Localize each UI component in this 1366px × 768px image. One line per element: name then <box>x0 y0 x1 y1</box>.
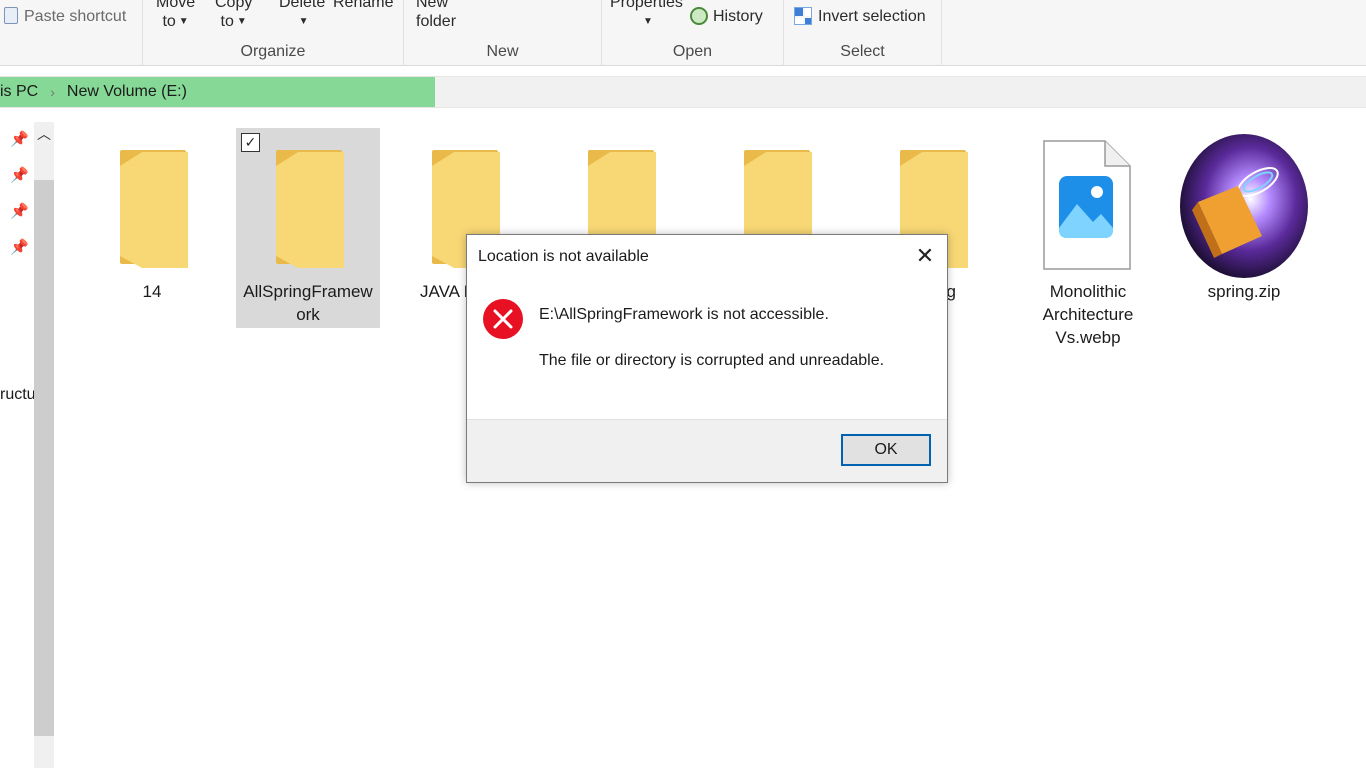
folder-icon <box>276 150 344 268</box>
invert-selection-label: Invert selection <box>818 8 926 25</box>
chevron-down-icon: ▼ <box>643 16 653 27</box>
invert-selection-button[interactable]: Invert selection <box>794 7 926 26</box>
rename-button[interactable]: Rename <box>333 0 393 12</box>
ribbon: Paste shortcut Move to ▼ Copy to ▼ Delete … <box>0 0 1366 66</box>
paste-shortcut-button[interactable]: Paste shortcut <box>4 7 126 26</box>
breadcrumb-new-volume[interactable]: New Volume (E:) <box>67 83 187 101</box>
file-name: spring.zip <box>1207 282 1281 301</box>
pin-icon[interactable]: 📌 <box>10 166 29 184</box>
file-name: 14 <box>142 282 162 301</box>
chevron-down-icon: ▼ <box>178 16 189 27</box>
delete-button[interactable]: Delete ▼ <box>279 0 325 31</box>
history-icon <box>690 7 708 25</box>
select-group: Invert selection Select <box>784 0 942 66</box>
pin-icon[interactable]: 📌 <box>10 202 29 220</box>
organize-group: Move to ▼ Copy to ▼ Delete ▼ Rename Organi… <box>143 0 404 66</box>
error-icon <box>483 299 523 339</box>
chevron-down-icon: ▼ <box>236 16 247 27</box>
scroll-up-icon[interactable]: ︿ <box>34 122 54 148</box>
scrollbar-thumb[interactable] <box>34 180 54 736</box>
move-to-label-2: to <box>162 13 176 30</box>
file-item-spring-zip[interactable]: spring.zip <box>1172 128 1316 328</box>
new-group-label: New <box>486 43 519 60</box>
move-to-label-1: Move <box>156 0 196 11</box>
breadcrumb: is PC › New Volume (E:) <box>0 83 187 101</box>
dialog-footer: OK <box>467 419 947 482</box>
history-label: History <box>713 8 763 25</box>
new-folder-label-1: New <box>416 0 449 11</box>
new-folder-label-2: folder <box>416 13 457 30</box>
copy-to-button[interactable]: Copy to ▼ <box>215 0 252 31</box>
dialog-title: Location is not available <box>478 248 649 265</box>
pin-icon[interactable]: 📌 <box>10 130 29 148</box>
dialog-detail: The file or directory is corrupted and u… <box>539 352 885 369</box>
copy-to-label-1: Copy <box>215 0 253 11</box>
file-name: Monolithic Architecture Vs.webp <box>1042 282 1134 347</box>
ok-button[interactable]: OK <box>841 434 931 466</box>
select-group-label: Select <box>840 43 885 60</box>
file-item-14[interactable]: 14 <box>80 128 224 328</box>
organize-group-label: Organize <box>240 43 306 60</box>
history-button[interactable]: History <box>690 7 763 26</box>
invert-selection-icon <box>794 7 812 25</box>
pin-icon[interactable]: 📌 <box>10 238 29 256</box>
open-group: Properties ▼ History Open <box>602 0 784 66</box>
file-item-monolithic-webp[interactable]: Monolithic Architecture Vs.webp <box>1016 128 1160 347</box>
breadcrumb-separator-icon[interactable]: › <box>50 84 55 100</box>
clipboard-group: Paste shortcut <box>0 0 143 66</box>
paste-shortcut-icon <box>4 7 18 24</box>
nav-scrollbar[interactable]: ︿ <box>34 122 54 768</box>
address-bar[interactable]: is PC › New Volume (E:) <box>0 76 1366 108</box>
selection-checkbox[interactable]: ✓ <box>241 133 260 152</box>
breadcrumb-this-pc[interactable]: is PC <box>0 83 38 101</box>
properties-label: Properties <box>610 0 683 11</box>
properties-button[interactable]: Properties ▼ <box>610 0 683 31</box>
delete-label: Delete <box>279 0 326 11</box>
close-icon[interactable]: ✕ <box>911 243 939 271</box>
new-folder-button[interactable]: New folder <box>416 0 456 31</box>
folder-icon <box>120 150 188 268</box>
move-to-button[interactable]: Move to ▼ <box>156 0 195 31</box>
error-dialog: Location is not available ✕ E:\AllSpring… <box>466 234 948 483</box>
dialog-message: E:\AllSpringFramework is not accessible. <box>539 306 829 323</box>
open-group-label: Open <box>672 43 713 60</box>
zip-thumbnail-icon <box>1180 134 1308 278</box>
file-item-allspringframework[interactable]: ✓ AllSpringFramew ork <box>236 128 380 328</box>
paste-shortcut-label: Paste shortcut <box>24 8 127 25</box>
image-file-icon <box>1043 140 1131 270</box>
copy-to-label-2: to <box>220 13 234 30</box>
rename-label: Rename <box>333 0 394 11</box>
nav-item-truncated[interactable]: ructu <box>0 386 36 404</box>
file-name: AllSpringFramew ork <box>243 282 373 324</box>
chevron-down-icon: ▼ <box>298 16 309 27</box>
new-group: New folder New <box>404 0 602 66</box>
